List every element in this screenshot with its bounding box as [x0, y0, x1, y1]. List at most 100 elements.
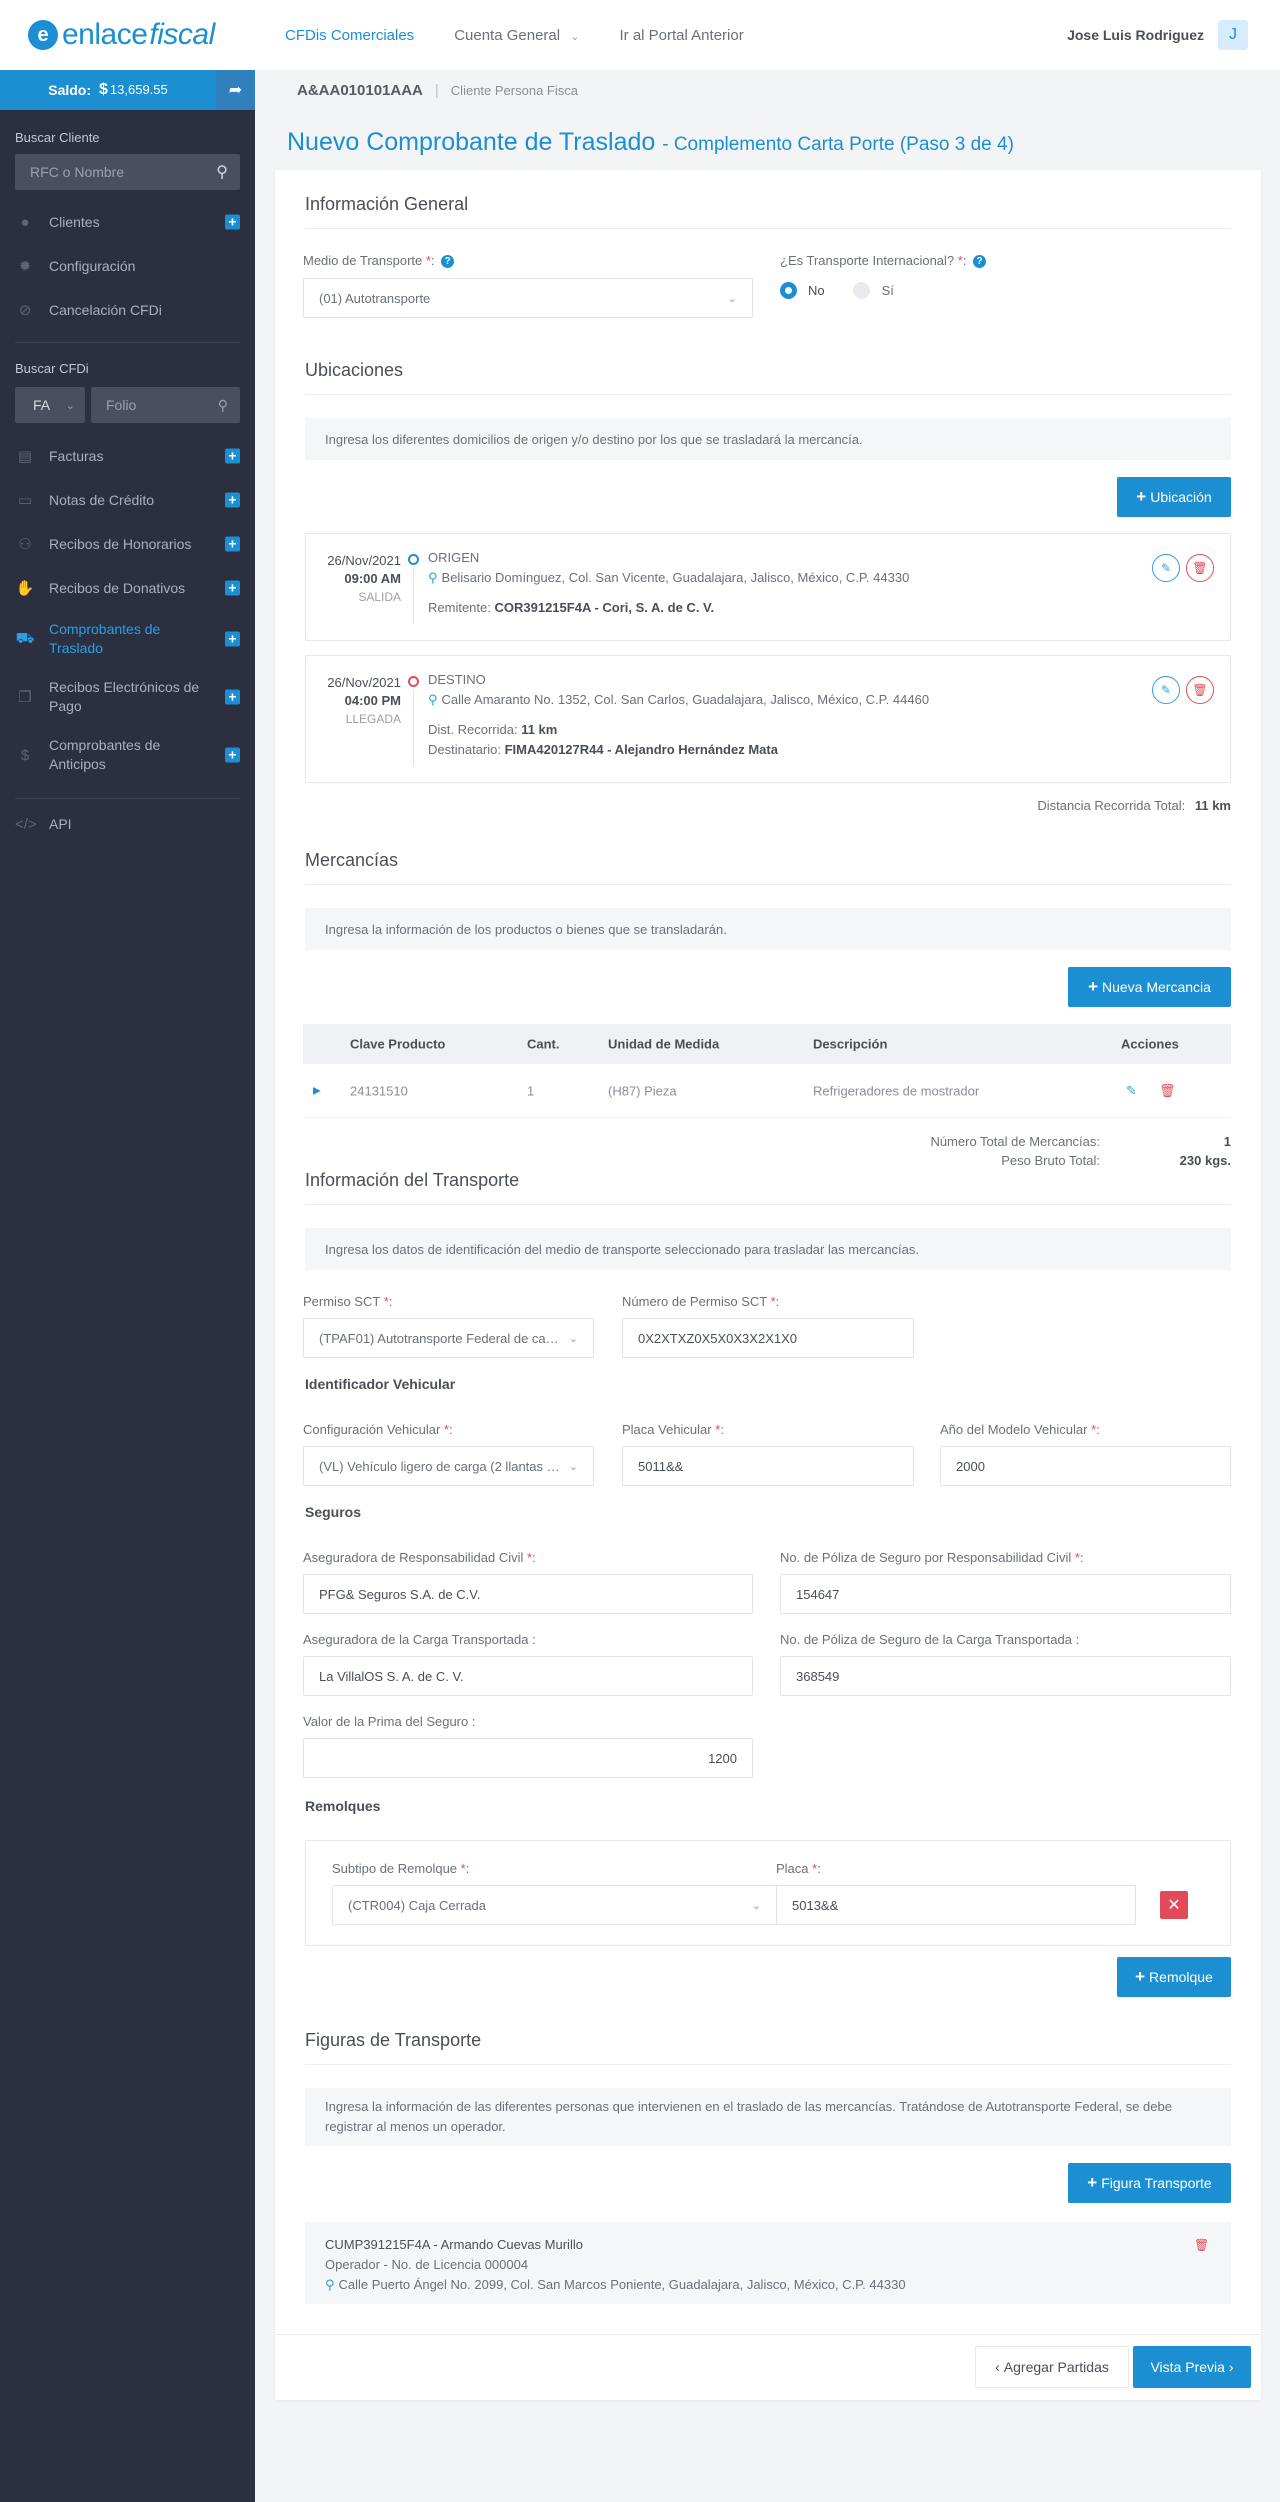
add-nota-icon[interactable]: +: [225, 492, 240, 508]
user-menu[interactable]: Jose Luis Rodriguez J: [1067, 20, 1248, 50]
add-donativo-icon[interactable]: +: [225, 580, 240, 596]
aseguradora-rc-input[interactable]: PFG& Seguros S.A. de C.V.: [303, 1574, 753, 1614]
numero-permiso-input[interactable]: 0X2XTXZ0X5X0X3X2X1X0: [622, 1318, 914, 1358]
edit-mercancia-icon[interactable]: ✎: [1126, 1083, 1137, 1099]
sidebar-item-clientes[interactable]: ● Clientes +: [0, 200, 255, 244]
edit-ubicacion-icon[interactable]: ✎: [1152, 554, 1180, 582]
ubicacion-type: ORIGEN: [428, 550, 480, 565]
delete-figura-icon[interactable]: 🗑: [1194, 2238, 1209, 2252]
add-remolque-button[interactable]: + Remolque: [1117, 1957, 1231, 1997]
hand-icon: ✋: [15, 580, 35, 597]
remitente: COR391215F4A - Cori, S. A. de C. V.: [494, 600, 715, 615]
figura-address: Calle Puerto Ángel No. 2099, Col. San Ma…: [338, 2277, 906, 2292]
chevron-right-icon: ›: [1228, 2359, 1234, 2375]
delete-mercancia-icon[interactable]: 🗑: [1159, 1083, 1176, 1099]
help-icon[interactable]: ?: [973, 255, 987, 268]
map-pin-icon: ⚲: [428, 692, 438, 707]
destination-dot-icon: [408, 676, 419, 687]
nav-cfdis-comerciales[interactable]: CFDis Comerciales: [285, 27, 414, 44]
agregar-partidas-button[interactable]: ‹ Agregar Partidas: [975, 2346, 1129, 2388]
map-pin-icon: ⚲: [325, 2277, 335, 2292]
sidebar-item-api[interactable]: </> API: [0, 802, 255, 846]
search-icon[interactable]: ⚲: [218, 397, 228, 414]
truck-icon: ⛟: [15, 629, 35, 647]
search-icon[interactable]: ⚲: [216, 162, 228, 182]
sidebar-item-facturas[interactable]: ▤ Facturas +: [0, 434, 255, 478]
permiso-sct-select[interactable]: (TPAF01) Autotransporte Federal de carga…: [303, 1318, 594, 1358]
aseguradora-carga-input[interactable]: La VillalOS S. A. de C. V.: [303, 1656, 753, 1696]
expand-row-icon[interactable]: ▶: [313, 1085, 321, 1096]
poliza-carga-input[interactable]: 368549: [780, 1656, 1231, 1696]
prima-seguro-input[interactable]: 1200: [303, 1738, 753, 1778]
add-honorario-icon[interactable]: +: [225, 536, 240, 552]
sidebar-item-notas-credito[interactable]: ▭ Notas de Crédito +: [0, 478, 255, 522]
poliza-rc-input[interactable]: 154647: [780, 1574, 1231, 1614]
ban-icon: ⊘: [18, 302, 32, 319]
nav-cuenta-general[interactable]: Cuenta General ⌄: [454, 27, 579, 44]
placa-vehicular-label: Placa Vehicular *:: [622, 1422, 724, 1437]
nav-portal-anterior[interactable]: Ir al Portal Anterior: [619, 27, 743, 44]
figura-card: CUMP391215F4A - Armando Cuevas Murillo O…: [305, 2222, 1231, 2304]
logo-e-icon: e: [28, 20, 58, 50]
sidebar-item-anticipos[interactable]: $ Comprobantes de Anticipos +: [0, 726, 255, 784]
chevron-down-icon: ⌄: [568, 1332, 578, 1345]
avatar[interactable]: J: [1218, 20, 1248, 50]
placa-vehicular-input[interactable]: 5011&&: [622, 1446, 914, 1486]
config-vehicular-select[interactable]: (VL) Vehículo ligero de carga (2 llantas…: [303, 1446, 594, 1486]
sidebar-item-configuracion[interactable]: ✹ Configuración: [0, 244, 255, 288]
remove-remolque-button[interactable]: ✕: [1160, 1891, 1188, 1919]
add-anticipo-icon[interactable]: +: [225, 747, 240, 763]
vista-previa-button[interactable]: Vista Previa ›: [1133, 2346, 1251, 2388]
figura-name: CUMP391215F4A - Armando Cuevas Murillo: [325, 2237, 583, 2252]
edit-ubicacion-icon[interactable]: ✎: [1152, 676, 1180, 704]
cfdi-type-select[interactable]: FA ⌄: [15, 387, 85, 423]
internacional-si-radio[interactable]: [852, 282, 870, 299]
file-icon: ▤: [17, 448, 33, 465]
mercancias-table-header: Clave Producto Cant. Unidad de Medida De…: [303, 1024, 1231, 1064]
share-icon[interactable]: ➦: [216, 70, 255, 110]
figuras-info: Ingresa la información de las diferentes…: [305, 2088, 1231, 2146]
chevron-down-icon: ⌄: [568, 1460, 578, 1473]
config-vehicular-label: Configuración Vehicular *:: [303, 1422, 453, 1437]
add-ubicacion-button[interactable]: + Ubicación: [1117, 477, 1231, 517]
ubicacion-type: DESTINO: [428, 672, 486, 687]
subtipo-remolque-label: Subtipo de Remolque *:: [332, 1861, 470, 1876]
delete-ubicacion-icon[interactable]: 🗑: [1186, 676, 1214, 704]
ubicaciones-info: Ingresa los diferentes domicilios de ori…: [305, 418, 1231, 460]
buscar-cfdi-heading: Buscar CFDi: [15, 361, 89, 376]
anio-modelo-input[interactable]: 2000: [940, 1446, 1231, 1486]
sidebar-item-cancelacion[interactable]: ⊘ Cancelación CFDi: [0, 288, 255, 332]
chevron-down-icon: ⌄: [727, 292, 737, 305]
add-traslado-icon[interactable]: +: [225, 631, 240, 647]
remolque-placa-input[interactable]: 5013&&: [776, 1885, 1136, 1925]
add-cliente-icon[interactable]: +: [225, 214, 240, 230]
sidebar-item-donativos[interactable]: ✋ Recibos de Donativos +: [0, 566, 255, 610]
identificador-vehicular-title: Identificador Vehicular: [305, 1376, 456, 1392]
user-icon: ●: [20, 213, 30, 231]
medio-transporte-select[interactable]: (01) Autotransporte ⌄: [303, 278, 753, 318]
add-mercancia-button[interactable]: + Nueva Mercancia: [1068, 967, 1231, 1007]
user-name: Jose Luis Rodriguez: [1067, 27, 1204, 43]
remolque-placa-label: Placa *:: [776, 1861, 821, 1876]
mercancias-totals: Número Total de Mercancías: 1 Peso Bruto …: [930, 1134, 1231, 1168]
subtipo-remolque-select[interactable]: (CTR004) Caja Cerrada ⌄: [332, 1885, 777, 1925]
cliente-search-input[interactable]: RFC o Nombre ⚲: [15, 154, 240, 190]
sidebar-item-honorarios[interactable]: ⚇ Recibos de Honorarios +: [0, 522, 255, 566]
sidebar-item-traslado[interactable]: ⛟ Comprobantes de Traslado +: [0, 610, 255, 668]
add-figura-button[interactable]: + Figura Transporte: [1068, 2163, 1231, 2203]
page-subtitle: - Complemento Carta Porte (Paso 3 de 4): [662, 134, 1014, 155]
add-factura-icon[interactable]: +: [225, 448, 240, 464]
folio-search-input[interactable]: Folio ⚲: [91, 387, 240, 423]
logo[interactable]: e enlacefiscal: [0, 0, 255, 70]
add-pago-icon[interactable]: +: [225, 689, 240, 705]
table-row[interactable]: ▶ 24131510 1 (H87) Pieza Refrigeradores …: [303, 1064, 1231, 1118]
aseguradora-carga-label: Aseguradora de la Carga Transportada :: [303, 1632, 536, 1647]
internacional-no-radio[interactable]: [780, 282, 797, 299]
distancia-recorrida: 11 km: [521, 722, 558, 737]
sidebar: e enlacefiscal Saldo: $13,659.55 ➦ Busca…: [0, 0, 255, 2502]
help-icon[interactable]: ?: [441, 255, 455, 268]
delete-ubicacion-icon[interactable]: 🗑: [1186, 554, 1214, 582]
ubicacion-card-origen: 26/Nov/2021 09:00 AM SALIDA ORIGEN ⚲ Beli…: [305, 533, 1231, 641]
transporte-info: Ingresa los datos de identificación del …: [305, 1228, 1231, 1270]
sidebar-item-pago[interactable]: ❐ Recibos Electrónicos de Pago +: [0, 668, 255, 726]
